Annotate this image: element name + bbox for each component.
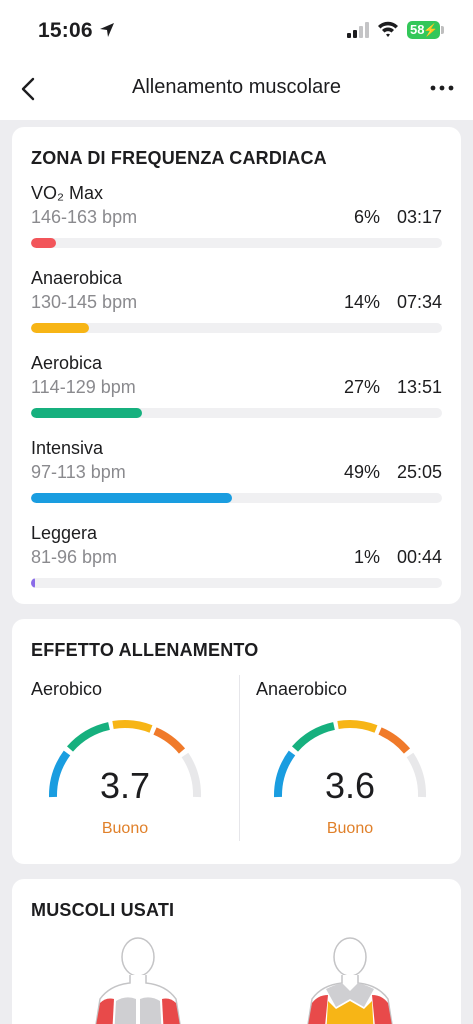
column-divider bbox=[239, 675, 240, 841]
zone-progress-fill bbox=[31, 238, 56, 248]
training-effect-title: EFFETTO ALLENAMENTO bbox=[31, 640, 259, 660]
aerobic-rating: Buono bbox=[101, 820, 149, 837]
location-arrow-icon bbox=[100, 23, 114, 37]
heart-rate-zones-card: ZONA DI FREQUENZA CARDIACA VO₂ Max 146-1… bbox=[12, 127, 461, 604]
cellular-signal-icon bbox=[347, 22, 369, 38]
aerobic-effect: Aerobico 3.7 Buono bbox=[31, 675, 231, 855]
hr-zones-title: ZONA DI FREQUENZA CARDIACA bbox=[31, 148, 327, 168]
zone-progress-fill bbox=[31, 408, 142, 418]
zone-progress-track bbox=[31, 578, 442, 588]
muscles-used-card: MUSCOLI USATI bbox=[12, 879, 461, 1024]
body-back-figure bbox=[307, 937, 393, 1024]
zone-name: Leggera bbox=[31, 523, 98, 543]
zone-percent: 6% bbox=[353, 207, 380, 227]
anaerobic-label: Anaerobico bbox=[256, 679, 348, 699]
zone-row: Aerobica 114-129 bpm 27% 13:51 bbox=[31, 353, 442, 423]
zone-row: VO₂ Max 146-163 bpm 6% 03:17 bbox=[31, 183, 442, 253]
status-time: 15:06 bbox=[38, 19, 93, 42]
nav-bar: Allenamento muscolare bbox=[0, 60, 473, 120]
training-effect-card: EFFETTO ALLENAMENTO Aerobico 3.7 Buono A… bbox=[12, 619, 461, 864]
zone-progress-fill bbox=[31, 578, 35, 588]
zone-name: Aerobica bbox=[31, 353, 103, 373]
anaerobic-rating: Buono bbox=[326, 820, 374, 837]
zone-percent: 14% bbox=[343, 292, 380, 312]
zone-progress-fill bbox=[31, 323, 89, 333]
zone-percent: 27% bbox=[343, 377, 380, 397]
zone-percent: 1% bbox=[353, 547, 380, 567]
more-options-icon[interactable] bbox=[428, 80, 456, 96]
anaerobic-effect: Anaerobico 3.6 Buono bbox=[256, 675, 456, 855]
zone-percent: 49% bbox=[343, 462, 380, 482]
zone-time: 13:51 bbox=[396, 377, 442, 397]
zone-range: 130-145 bpm bbox=[31, 292, 138, 312]
status-bar: 15:06 58 ⚡ bbox=[0, 0, 473, 60]
zone-range: 81-96 bpm bbox=[31, 547, 118, 567]
zone-progress-fill bbox=[31, 493, 232, 503]
zone-row: Leggera 81-96 bpm 1% 00:44 bbox=[31, 523, 442, 593]
zone-name: Intensiva bbox=[31, 438, 104, 458]
zone-progress-track bbox=[31, 238, 442, 248]
zone-row: Anaerobica 130-145 bpm 14% 07:34 bbox=[31, 268, 442, 338]
zone-progress-track bbox=[31, 493, 442, 503]
aerobic-value: 3.7 bbox=[99, 765, 151, 806]
anaerobic-value: 3.6 bbox=[324, 765, 376, 806]
zone-range: 114-129 bpm bbox=[31, 377, 136, 397]
battery-cap bbox=[441, 26, 444, 34]
zone-time: 03:17 bbox=[396, 207, 442, 227]
zone-time: 07:34 bbox=[396, 292, 442, 312]
zone-name: VO₂ Max bbox=[31, 183, 103, 203]
zone-range: 97-113 bpm bbox=[31, 462, 126, 482]
zone-name: Anaerobica bbox=[31, 268, 123, 288]
zone-row: Intensiva 97-113 bpm 49% 25:05 bbox=[31, 438, 442, 508]
battery-indicator: 58 ⚡ bbox=[407, 21, 440, 39]
page-title: Allenamento muscolare bbox=[132, 76, 341, 98]
zone-time: 25:05 bbox=[396, 462, 442, 482]
charging-bolt-icon: ⚡ bbox=[423, 23, 438, 37]
muscles-used-title: MUSCOLI USATI bbox=[31, 900, 175, 920]
zone-progress-track bbox=[31, 408, 442, 418]
wifi-icon bbox=[378, 21, 398, 37]
zone-range: 146-163 bpm bbox=[31, 207, 138, 227]
zone-progress-track bbox=[31, 323, 442, 333]
body-front-figure bbox=[95, 937, 181, 1024]
aerobic-label: Aerobico bbox=[31, 679, 103, 699]
zone-time: 00:44 bbox=[396, 547, 442, 567]
